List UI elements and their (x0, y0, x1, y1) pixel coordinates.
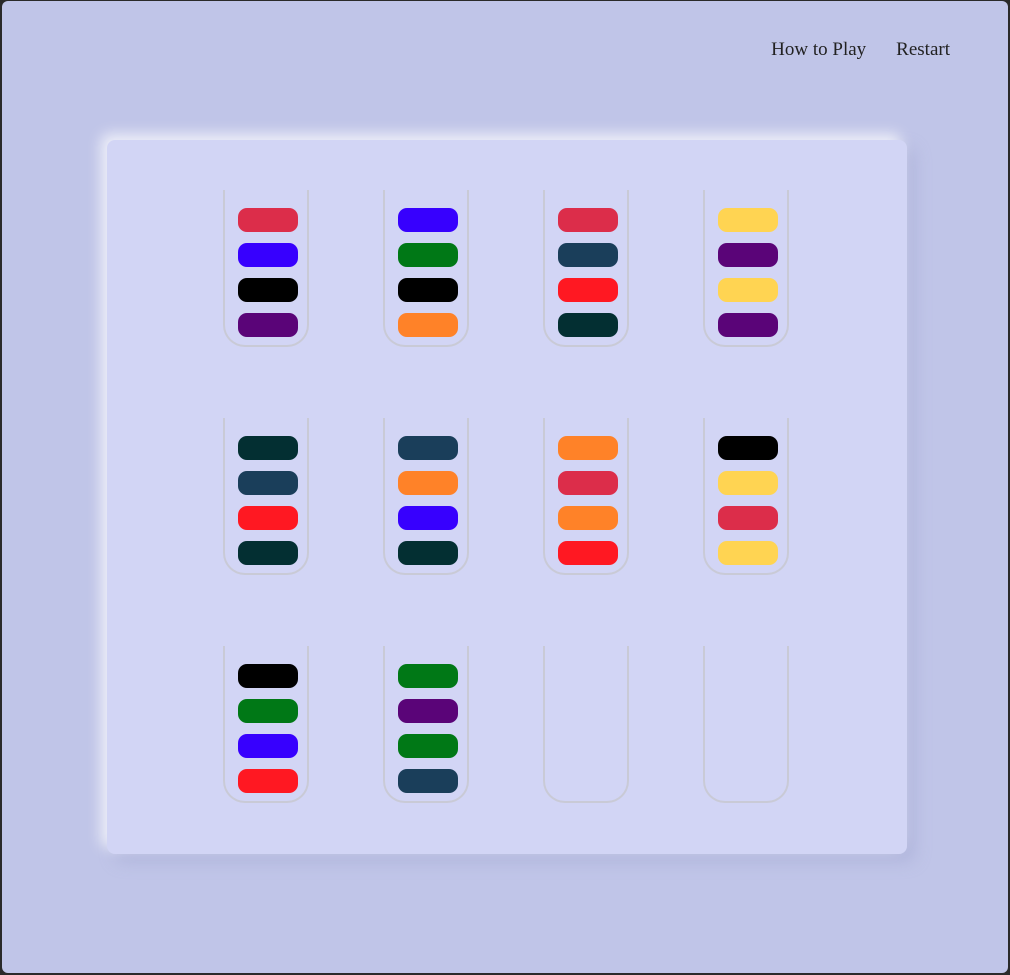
ball-green (238, 699, 298, 723)
ball-orange (398, 313, 458, 337)
ball-dark-teal (238, 436, 298, 460)
ball-black (238, 278, 298, 302)
ball-black (398, 278, 458, 302)
ball-green (398, 243, 458, 267)
ball-dark-teal (558, 313, 618, 337)
tube-7[interactable] (543, 418, 629, 575)
ball-navy (558, 243, 618, 267)
ball-crimson (558, 208, 618, 232)
ball-dark-teal (238, 541, 298, 565)
ball-blue (398, 506, 458, 530)
ball-black (238, 664, 298, 688)
ball-purple (398, 699, 458, 723)
ball-orange (398, 471, 458, 495)
ball-dark-teal (398, 541, 458, 565)
ball-yellow (718, 208, 778, 232)
top-nav: How to Play Restart (771, 39, 950, 61)
ball-red (558, 278, 618, 302)
tube-11[interactable] (543, 646, 629, 803)
tube-4[interactable] (703, 190, 789, 347)
ball-orange (558, 436, 618, 460)
ball-blue (238, 734, 298, 758)
ball-red (558, 541, 618, 565)
ball-yellow (718, 471, 778, 495)
how-to-play-link[interactable]: How to Play (771, 39, 866, 61)
ball-purple (718, 313, 778, 337)
ball-blue (238, 243, 298, 267)
ball-crimson (718, 506, 778, 530)
ball-orange (558, 506, 618, 530)
ball-black (718, 436, 778, 460)
game-board (107, 140, 907, 854)
tube-2[interactable] (383, 190, 469, 347)
ball-green (398, 664, 458, 688)
ball-red (238, 769, 298, 793)
tube-1[interactable] (223, 190, 309, 347)
ball-blue (398, 208, 458, 232)
ball-purple (238, 313, 298, 337)
ball-crimson (558, 471, 618, 495)
ball-yellow (718, 278, 778, 302)
tube-9[interactable] (223, 646, 309, 803)
ball-navy (238, 471, 298, 495)
ball-crimson (238, 208, 298, 232)
ball-red (238, 506, 298, 530)
tube-5[interactable] (223, 418, 309, 575)
tube-10[interactable] (383, 646, 469, 803)
tube-3[interactable] (543, 190, 629, 347)
ball-navy (398, 436, 458, 460)
tube-12[interactable] (703, 646, 789, 803)
ball-green (398, 734, 458, 758)
ball-navy (398, 769, 458, 793)
tube-8[interactable] (703, 418, 789, 575)
ball-yellow (718, 541, 778, 565)
ball-purple (718, 243, 778, 267)
game-window: How to Play Restart (2, 1, 1008, 973)
restart-link[interactable]: Restart (896, 39, 950, 61)
tube-6[interactable] (383, 418, 469, 575)
